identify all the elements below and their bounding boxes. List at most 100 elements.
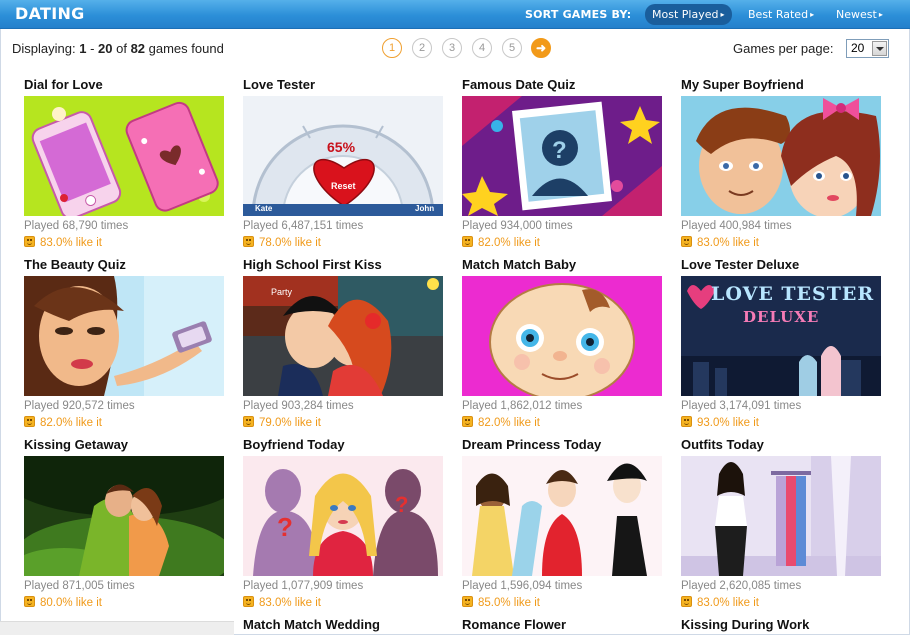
game-thumbnail[interactable]: [681, 456, 881, 576]
game-title[interactable]: Match Match Wedding: [243, 617, 380, 632]
left-name: Kate: [255, 204, 273, 213]
party-sign: Party: [271, 287, 293, 297]
per-page-value: 20: [851, 41, 865, 55]
game-card[interactable]: Love Tester 65% Reset Kate John Played 6…: [243, 77, 448, 253]
game-thumbnail[interactable]: ? ?: [243, 456, 443, 576]
beauty-thumbnail-image: [24, 276, 224, 396]
play-count: Played 871,005 times: [24, 580, 135, 592]
game-title[interactable]: Famous Date Quiz: [462, 77, 575, 92]
game-title[interactable]: The Beauty Quiz: [24, 257, 126, 272]
game-title[interactable]: Match Match Baby: [462, 257, 576, 272]
smiley-icon: [243, 416, 254, 427]
smiley-icon: [243, 596, 254, 607]
game-title[interactable]: Love Tester: [243, 77, 315, 92]
smiley-icon: [462, 416, 473, 427]
chevron-right-icon: ▸: [878, 10, 883, 19]
game-card[interactable]: Boyfriend Today ? ? Played 1,077,909 tim…: [243, 437, 448, 613]
smiley-icon: [681, 596, 692, 607]
right-name: John: [415, 204, 435, 213]
svg-text:?: ?: [395, 492, 408, 517]
smiley-icon: [462, 236, 473, 247]
chevron-right-icon: ▸: [720, 10, 725, 19]
rating: 85.0% like it: [462, 595, 540, 609]
game-card[interactable]: Dream Princess Today Played 1,596,094 ti…: [462, 437, 667, 613]
game-title[interactable]: Outfits Today: [681, 437, 764, 452]
play-count: Played 903,284 times: [243, 400, 354, 412]
game-card[interactable]: My Super Boyfriend Played 400,984 times …: [681, 77, 886, 253]
sort-option-label: Best Rated: [748, 8, 809, 21]
reset-button: Reset: [331, 181, 356, 191]
game-title[interactable]: Kissing During Work: [681, 617, 809, 632]
sort-option-label: Most Played: [652, 8, 719, 21]
category-header: DATING SORT GAMES BY: Most Played ▸ Best …: [0, 0, 910, 29]
game-thumbnail[interactable]: [24, 456, 224, 576]
page-3-button[interactable]: 3: [442, 38, 462, 58]
rating: 82.0% like it: [462, 235, 540, 249]
page-1-button[interactable]: 1: [382, 38, 402, 58]
princess-thumbnail-image: [462, 456, 662, 576]
game-card[interactable]: Love Tester Deluxe LOVE TESTER DELUXE Pl…: [681, 257, 886, 433]
chevron-right-icon: ▸: [810, 10, 815, 19]
game-title[interactable]: Love Tester Deluxe: [681, 257, 799, 272]
game-thumbnail[interactable]: ?: [462, 96, 662, 216]
sort-newest[interactable]: Newest ▸: [836, 8, 883, 21]
getaway-thumbnail-image: [24, 456, 224, 576]
rating: 82.0% like it: [24, 415, 102, 429]
next-page-icon[interactable]: ➜: [531, 38, 551, 58]
rating: 80.0% like it: [24, 595, 102, 609]
game-title[interactable]: Boyfriend Today: [243, 437, 345, 452]
game-card[interactable]: Match Match Baby Played 1,862,012 times …: [462, 257, 667, 433]
couple-thumbnail-image: [681, 96, 881, 216]
smiley-icon: [243, 236, 254, 247]
per-page-select[interactable]: 20: [846, 39, 889, 58]
deluxe-logo-line2: DELUXE: [743, 308, 820, 326]
game-thumbnail[interactable]: LOVE TESTER DELUXE: [681, 276, 881, 396]
game-title[interactable]: High School First Kiss: [243, 257, 382, 272]
game-thumbnail[interactable]: [681, 96, 881, 216]
rating: 93.0% like it: [681, 415, 759, 429]
game-title[interactable]: Dream Princess Today: [462, 437, 601, 452]
game-title[interactable]: Romance Flower: [462, 617, 566, 632]
dropdown-arrow-icon[interactable]: [872, 41, 887, 56]
smiley-icon: [24, 416, 35, 427]
game-thumbnail[interactable]: Party: [243, 276, 443, 396]
game-title[interactable]: Dial for Love: [24, 77, 103, 92]
play-count: Played 3,174,091 times: [681, 400, 802, 412]
boyfriend-thumbnail-image: ? ?: [243, 456, 443, 576]
play-count: Played 6,487,151 times: [243, 220, 364, 232]
game-card[interactable]: High School First Kiss Party Played 903,…: [243, 257, 448, 433]
game-card[interactable]: The Beauty Quiz Played 920,572 times 82.…: [24, 257, 229, 433]
game-card[interactable]: Dial for Love Played 68,790 times 83.0% …: [24, 77, 229, 253]
rating: 79.0% like it: [243, 415, 321, 429]
page-4-button[interactable]: 4: [472, 38, 492, 58]
game-card[interactable]: Famous Date Quiz ? Played 934,000 times …: [462, 77, 667, 253]
page-2-button[interactable]: 2: [412, 38, 432, 58]
sort-most-played[interactable]: Most Played ▸: [645, 4, 733, 25]
horizontal-scrollbar[interactable]: [0, 621, 234, 635]
game-card[interactable]: Kissing Getaway Played 871,005 times 80.…: [24, 437, 229, 613]
page-5-button[interactable]: 5: [502, 38, 522, 58]
game-thumbnail[interactable]: 65% Reset Kate John: [243, 96, 443, 216]
rating: 83.0% like it: [243, 595, 321, 609]
play-count: Played 1,862,012 times: [462, 400, 583, 412]
rating: 78.0% like it: [243, 235, 321, 249]
game-card[interactable]: Outfits Today Played 2,620,085 times 83.…: [681, 437, 886, 613]
smiley-icon: [462, 596, 473, 607]
category-title: DATING: [15, 4, 85, 23]
game-title[interactable]: Kissing Getaway: [24, 437, 128, 452]
play-count: Played 1,077,909 times: [243, 580, 364, 592]
svg-text:?: ?: [277, 512, 293, 542]
rating: 82.0% like it: [462, 415, 540, 429]
game-title[interactable]: My Super Boyfriend: [681, 77, 804, 92]
game-thumbnail[interactable]: [462, 276, 662, 396]
rating: 83.0% like it: [681, 595, 759, 609]
love-percent: 65%: [327, 139, 356, 155]
game-thumbnail[interactable]: [24, 276, 224, 396]
sort-best-rated[interactable]: Best Rated ▸: [748, 8, 814, 21]
per-page-label: Games per page:: [733, 41, 834, 56]
deluxe-logo-line1: LOVE TESTER: [711, 283, 875, 305]
smiley-icon: [681, 416, 692, 427]
game-thumbnail[interactable]: [24, 96, 224, 216]
quiz-thumbnail-image: ?: [462, 96, 662, 216]
game-thumbnail[interactable]: [462, 456, 662, 576]
